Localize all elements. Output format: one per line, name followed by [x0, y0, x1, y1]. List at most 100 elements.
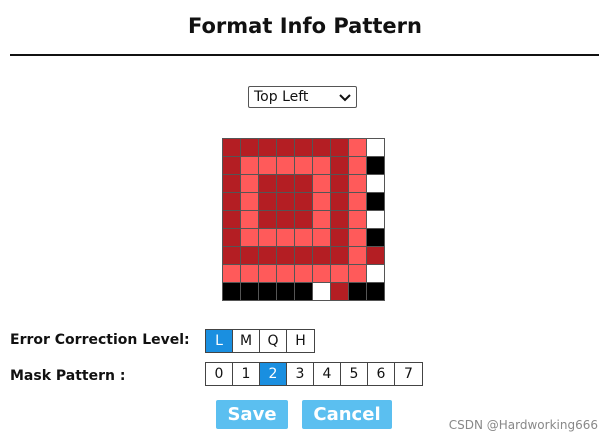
pattern-cell: [295, 265, 312, 282]
pattern-cell: [241, 283, 258, 300]
pattern-cell: [331, 139, 348, 156]
pattern-cell: [241, 157, 258, 174]
pattern-cell: [331, 211, 348, 228]
chevron-down-icon: [339, 94, 351, 102]
pattern-cell: [259, 229, 276, 246]
pattern-cell: [313, 157, 330, 174]
position-select-value: Top Left: [254, 89, 309, 105]
pattern-cell: [223, 157, 240, 174]
pattern-cell: [277, 211, 294, 228]
pattern-cell: [313, 265, 330, 282]
pattern-cell: [259, 157, 276, 174]
pattern-cell: [367, 229, 384, 246]
pattern-cell: [367, 211, 384, 228]
pattern-cell: [259, 193, 276, 210]
mask-pattern-option-0[interactable]: 0: [206, 363, 233, 385]
pattern-cell: [223, 229, 240, 246]
pattern-cell: [259, 247, 276, 264]
title-divider: [10, 54, 599, 56]
pattern-cell: [277, 139, 294, 156]
error-correction-label: Error Correction Level:: [10, 332, 190, 348]
pattern-cell: [259, 265, 276, 282]
pattern-cell: [277, 283, 294, 300]
pattern-cell: [295, 139, 312, 156]
pattern-cell: [313, 283, 330, 300]
watermark: CSDN @Hardworking666: [448, 418, 598, 432]
pattern-cell: [295, 157, 312, 174]
pattern-cell: [313, 193, 330, 210]
pattern-cell: [259, 139, 276, 156]
pattern-cell: [331, 175, 348, 192]
pattern-cell: [313, 229, 330, 246]
pattern-cell: [331, 229, 348, 246]
error-correction-group: LMQH: [205, 329, 315, 353]
pattern-cell: [241, 193, 258, 210]
pattern-cell: [259, 211, 276, 228]
pattern-cell: [295, 229, 312, 246]
pattern-cell: [331, 265, 348, 282]
error-correction-option-l[interactable]: L: [206, 330, 233, 352]
pattern-cell: [223, 175, 240, 192]
cancel-button[interactable]: Cancel: [302, 400, 392, 429]
mask-pattern-option-3[interactable]: 3: [287, 363, 314, 385]
pattern-cell: [367, 265, 384, 282]
pattern-cell: [349, 157, 366, 174]
pattern-cell: [295, 193, 312, 210]
pattern-cell: [295, 211, 312, 228]
pattern-cell: [349, 283, 366, 300]
pattern-cell: [241, 265, 258, 282]
mask-pattern-label: Mask Pattern :: [10, 368, 126, 384]
pattern-cell: [349, 175, 366, 192]
pattern-cell: [313, 211, 330, 228]
pattern-cell: [277, 265, 294, 282]
pattern-cell: [367, 157, 384, 174]
pattern-cell: [349, 265, 366, 282]
mask-pattern-option-6[interactable]: 6: [368, 363, 395, 385]
pattern-cell: [295, 175, 312, 192]
pattern-cell: [349, 211, 366, 228]
pattern-cell: [277, 193, 294, 210]
mask-pattern-option-4[interactable]: 4: [314, 363, 341, 385]
pattern-cell: [277, 157, 294, 174]
pattern-cell: [349, 229, 366, 246]
mask-pattern-group: 01234567: [205, 362, 423, 386]
save-button[interactable]: Save: [216, 400, 288, 429]
position-select[interactable]: Top Left: [248, 86, 357, 108]
pattern-cell: [241, 175, 258, 192]
mask-pattern-option-1[interactable]: 1: [233, 363, 260, 385]
pattern-cell: [349, 193, 366, 210]
mask-pattern-option-5[interactable]: 5: [341, 363, 368, 385]
pattern-cell: [277, 229, 294, 246]
pattern-cell: [367, 193, 384, 210]
pattern-cell: [313, 247, 330, 264]
pattern-cell: [277, 247, 294, 264]
pattern-cell: [223, 265, 240, 282]
pattern-cell: [223, 193, 240, 210]
pattern-cell: [241, 139, 258, 156]
pattern-cell: [259, 283, 276, 300]
mask-pattern-option-7[interactable]: 7: [395, 363, 422, 385]
pattern-cell: [259, 175, 276, 192]
pattern-cell: [367, 247, 384, 264]
format-info-grid: [222, 138, 385, 301]
pattern-cell: [223, 139, 240, 156]
pattern-cell: [331, 283, 348, 300]
page-title: Format Info Pattern: [188, 14, 422, 38]
error-correction-option-m[interactable]: M: [233, 330, 260, 352]
error-correction-option-h[interactable]: H: [287, 330, 314, 352]
pattern-cell: [241, 211, 258, 228]
pattern-cell: [295, 247, 312, 264]
pattern-cell: [367, 283, 384, 300]
pattern-cell: [349, 247, 366, 264]
pattern-cell: [367, 139, 384, 156]
pattern-cell: [277, 175, 294, 192]
mask-pattern-option-2[interactable]: 2: [260, 363, 287, 385]
pattern-cell: [331, 193, 348, 210]
pattern-cell: [241, 229, 258, 246]
pattern-cell: [295, 283, 312, 300]
pattern-cell: [223, 247, 240, 264]
pattern-cell: [349, 139, 366, 156]
pattern-cell: [241, 247, 258, 264]
error-correction-option-q[interactable]: Q: [260, 330, 287, 352]
pattern-cell: [367, 175, 384, 192]
